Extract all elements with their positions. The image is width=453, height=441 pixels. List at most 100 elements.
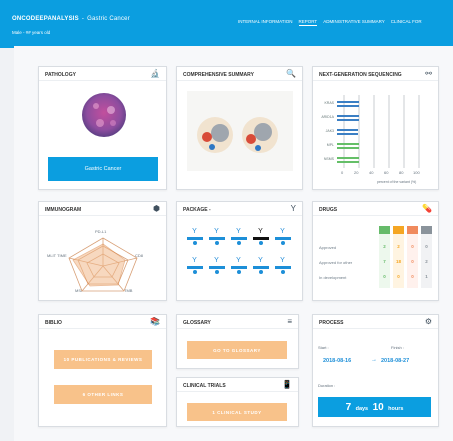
phone-icon: 📱	[282, 380, 292, 389]
package-tile[interactable]: Y	[185, 227, 204, 245]
drug-header-gray	[421, 226, 432, 234]
package-tile[interactable]: Y	[251, 256, 270, 274]
drugs-title: DRUGS	[313, 202, 438, 216]
other-links-button[interactable]: 6 OTHER LINKS	[54, 385, 152, 404]
glossary-card: GLOSSARY ≡ GO TO GLOSSARY	[176, 314, 299, 369]
antibody-icon: Y	[290, 204, 296, 213]
ngs-axis-label: percent of the variant (%)	[377, 180, 417, 184]
start-label: Start :	[318, 345, 329, 350]
gene-label: MPL	[326, 143, 334, 147]
glossary-title: GLOSSARY	[177, 315, 298, 329]
pathology-image	[82, 93, 126, 137]
top-header: ONCODEEPANALYSIS - Gastric Cancer Male - #…	[0, 0, 453, 48]
list-icon: ≡	[287, 317, 292, 326]
immunogram-radar	[68, 237, 138, 292]
axis-label: MLIT TIME	[47, 253, 67, 258]
hexagon-icon: ⬢	[153, 204, 160, 213]
drug-count: 0	[425, 244, 428, 249]
pathology-title: PATHOLOGY	[39, 67, 166, 81]
nav-internal-information[interactable]: INTERNAL INFORMATION	[238, 19, 293, 26]
duration-label: Duration :	[318, 383, 336, 388]
app-brand[interactable]: ONCODEEPANALYSIS - Gastric Cancer	[12, 16, 130, 22]
go-to-glossary-button[interactable]: GO TO GLOSSARY	[187, 341, 287, 359]
drug-row-label: In development	[319, 275, 347, 280]
gene-label: JAK3	[325, 129, 334, 133]
comprehensive-summary-title: COMPREHENSIVE SUMMARY	[177, 67, 302, 81]
gastric-cancer-button[interactable]: Gastric Cancer	[48, 157, 158, 181]
package-tile[interactable]: Y	[207, 227, 226, 245]
hours-label: hours	[388, 406, 404, 412]
drug-header-red	[407, 226, 418, 234]
drug-header-green	[379, 226, 390, 234]
package-tile[interactable]: Y	[229, 227, 248, 245]
nav-report[interactable]: REPORT	[298, 19, 318, 26]
summary-illustration	[187, 91, 293, 171]
days-label: days	[355, 406, 369, 412]
pathology-card: PATHOLOGY 🔬 Gastric Cancer	[38, 66, 167, 190]
biblio-card: BIBLIO 📚 10 PUBLICATIONS & REVIEWS 6 OTH…	[38, 314, 167, 427]
gene-label: NSMS	[323, 157, 334, 161]
package-tile[interactable]: Y	[273, 227, 292, 245]
drug-count: 0	[411, 274, 414, 279]
package-title[interactable]: PACKAGE -	[177, 202, 302, 216]
clinical-trials-title: CLINICAL TRIALS	[177, 378, 298, 392]
tick-label: 100	[413, 170, 420, 175]
biblio-title: BIBLIO	[39, 315, 166, 329]
publications-reviews-button[interactable]: 10 PUBLICATIONS & REVIEWS	[54, 350, 152, 369]
tick-label: 40	[369, 170, 374, 175]
top-nav: INTERNAL INFORMATION REPORT ADMINISTRATI…	[238, 19, 422, 26]
drug-count: 2	[383, 244, 386, 249]
nav-administrative-summary[interactable]: ADMINISTRATIVE SUMMARY	[323, 19, 385, 26]
finish-date: 2018-08-27	[381, 358, 410, 364]
drug-count: 0	[411, 244, 414, 249]
pill-icon: 💊	[422, 204, 432, 213]
process-title: PROCESS	[313, 315, 438, 329]
nav-clinical-form[interactable]: CLINICAL FOR	[391, 19, 422, 26]
patient-info: Male - ## years old	[12, 30, 51, 35]
microscope-icon: 🔬	[150, 69, 160, 78]
drug-row-label: Approved for other	[319, 260, 353, 265]
ngs-title: NEXT-GENERATION SEQUENCING	[313, 67, 438, 81]
immunogram-title: IMMUNOGRAM	[39, 202, 166, 216]
search-icon[interactable]: 🔍	[286, 70, 296, 78]
gene-label: ARID1A	[321, 115, 334, 119]
ngs-bar-chart	[337, 95, 420, 168]
package-tile[interactable]: Y	[251, 227, 270, 245]
start-date: 2018-08-16	[323, 358, 352, 364]
package-tile[interactable]: Y	[229, 256, 248, 274]
drug-count: 2	[425, 259, 428, 264]
tick-label: 0	[341, 170, 344, 175]
comprehensive-summary-card: COMPREHENSIVE SUMMARY 🔍	[176, 66, 303, 190]
tick-label: 80	[399, 170, 404, 175]
drug-count: 0	[397, 274, 400, 279]
duration-days: 7	[345, 402, 352, 413]
gears-icon: ⚙	[424, 317, 432, 326]
books-icon: 📚	[150, 317, 160, 326]
ngs-card: NEXT-GENERATION SEQUENCING ⚯ KRAS ARID1A…	[312, 66, 439, 190]
tick-label: 20	[354, 170, 359, 175]
drug-count: 0	[411, 259, 414, 264]
duration-hours: 10	[372, 402, 384, 413]
process-card: PROCESS ⚙ Start : Finish : 2018-08-16 → …	[312, 314, 439, 427]
arrow-right-icon: →	[371, 357, 377, 363]
drugs-card: DRUGS 💊 Approved Approved for other In d…	[312, 201, 439, 301]
tick-label: 60	[384, 170, 389, 175]
drug-header-orange	[393, 226, 404, 234]
drug-count: 18	[395, 259, 401, 264]
clinical-study-button[interactable]: 1 CLINICAL STUDY	[187, 403, 287, 421]
axis-label: PD-L1	[95, 229, 107, 234]
drug-count: 7	[383, 259, 386, 264]
drug-count: 1	[425, 274, 428, 279]
package-tile[interactable]: Y	[185, 256, 204, 274]
drug-count: 0	[383, 274, 386, 279]
package-card: PACKAGE - Y Y Y Y Y Y Y Y Y Y Y	[176, 201, 303, 301]
package-tile[interactable]: Y	[207, 256, 226, 274]
immunogram-card: IMMUNOGRAM ⬢ PD-L1 CD8 TMB MSI MLIT TIME	[38, 201, 167, 301]
package-tile[interactable]: Y	[273, 256, 292, 274]
gene-label: KRAS	[324, 101, 334, 105]
duration-box: 7 days 10 hours	[318, 397, 431, 417]
drug-count: 2	[397, 244, 400, 249]
clinical-trials-card: CLINICAL TRIALS 📱 1 CLINICAL STUDY	[176, 377, 299, 427]
finish-label: Finish :	[391, 345, 404, 350]
dna-icon: ⚯	[425, 69, 432, 78]
